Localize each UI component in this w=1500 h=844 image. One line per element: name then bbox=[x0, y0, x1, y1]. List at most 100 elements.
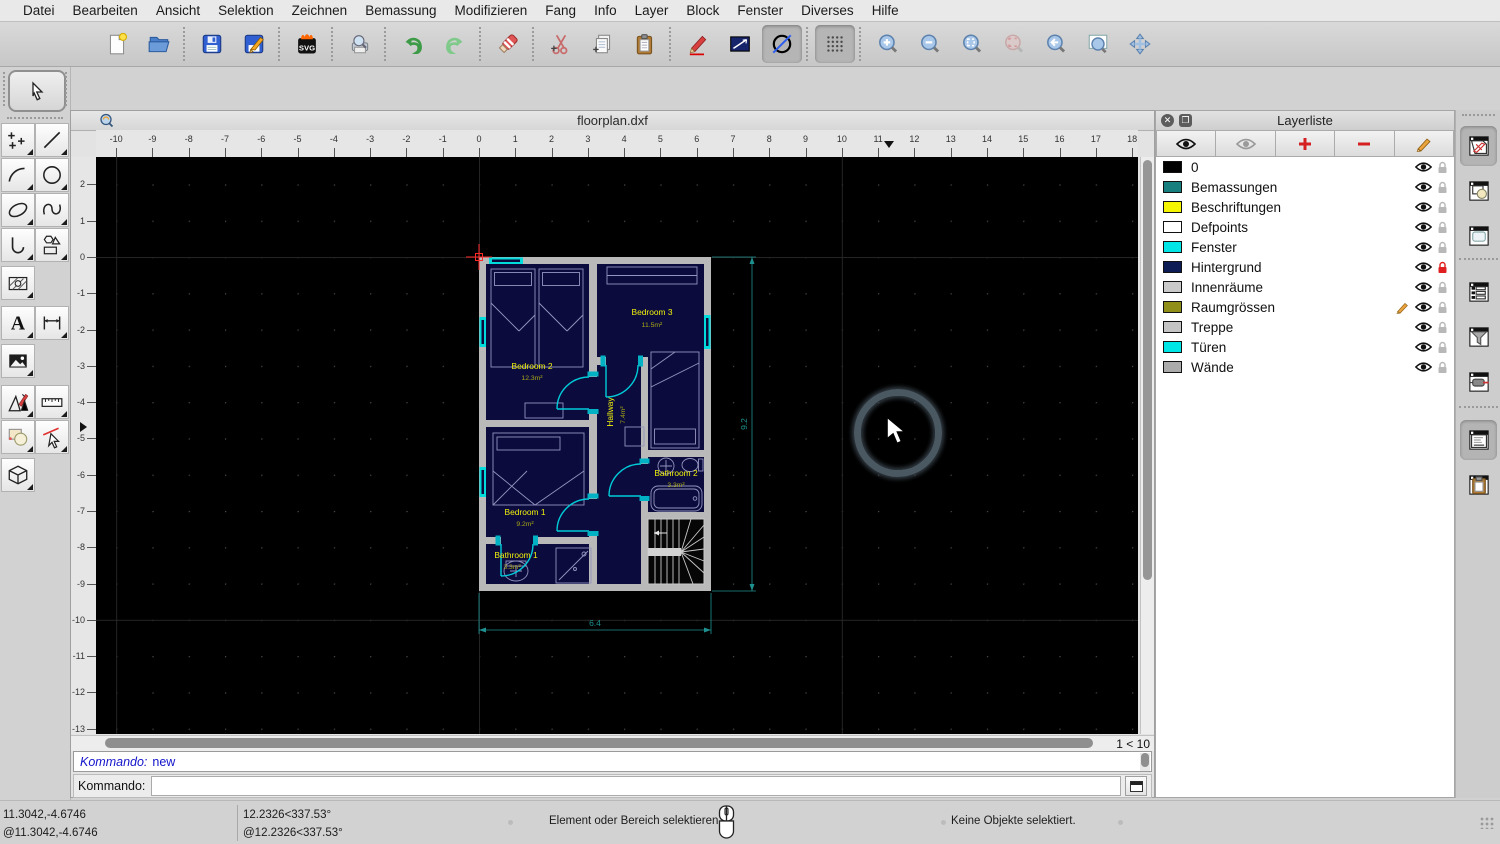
layer-row-türen[interactable]: Türen bbox=[1156, 337, 1454, 357]
layer-visible-icon[interactable] bbox=[1415, 201, 1432, 213]
zoom-previous-button[interactable] bbox=[1036, 25, 1076, 63]
layer-lock-icon[interactable] bbox=[1437, 221, 1448, 234]
layer-visible-icon[interactable] bbox=[1415, 241, 1432, 253]
layer-color-swatch[interactable] bbox=[1163, 301, 1182, 313]
copy-button[interactable] bbox=[583, 25, 623, 63]
layer-lock-icon[interactable] bbox=[1437, 341, 1448, 354]
menu-item-block[interactable]: Block bbox=[677, 3, 728, 18]
draw-arc-tool[interactable] bbox=[1, 158, 35, 192]
entity-list-widget-button[interactable] bbox=[1460, 272, 1497, 312]
menu-item-ansicht[interactable]: Ansicht bbox=[147, 3, 209, 18]
horizontal-scrollbar-thumb[interactable] bbox=[105, 738, 1093, 748]
layer-lock-icon[interactable] bbox=[1437, 321, 1448, 334]
menu-item-info[interactable]: Info bbox=[585, 3, 626, 18]
select-pointer-button[interactable] bbox=[8, 70, 66, 112]
modify-tool[interactable] bbox=[1, 420, 35, 454]
selection-filter-widget-button[interactable] bbox=[1460, 317, 1497, 357]
export-svg-button[interactable]: SVG bbox=[287, 25, 327, 63]
layer-row-raumgrössen[interactable]: Raumgrössen bbox=[1156, 297, 1454, 317]
select-entity-tool[interactable] bbox=[35, 420, 69, 454]
layer-row-defpoints[interactable]: Defpoints bbox=[1156, 217, 1454, 237]
layer-row-fenster[interactable]: Fenster bbox=[1156, 237, 1454, 257]
layer-lock-icon[interactable] bbox=[1437, 301, 1448, 314]
draw-text-tool[interactable]: A bbox=[1, 306, 35, 340]
open-file-button[interactable] bbox=[139, 25, 179, 63]
dock-handle[interactable] bbox=[1462, 114, 1495, 116]
delete-button[interactable] bbox=[488, 25, 528, 63]
layer-lock-icon[interactable] bbox=[1437, 241, 1448, 254]
undo-button[interactable] bbox=[393, 25, 433, 63]
layer-visible-icon[interactable] bbox=[1415, 261, 1432, 273]
layer-color-swatch[interactable] bbox=[1163, 361, 1182, 373]
layer-row-wände[interactable]: Wände bbox=[1156, 357, 1454, 377]
vertical-scrollbar-thumb[interactable] bbox=[1143, 160, 1152, 580]
hide-all-layers-button[interactable] bbox=[1216, 130, 1276, 157]
draw-point-tool[interactable] bbox=[1, 123, 35, 157]
measure-tool[interactable] bbox=[35, 385, 69, 419]
resize-grip[interactable] bbox=[1480, 817, 1494, 829]
zoom-selection-button[interactable] bbox=[994, 25, 1034, 63]
draw-shapes-tool[interactable] bbox=[35, 228, 69, 262]
remove-layer-button[interactable] bbox=[1335, 130, 1395, 157]
layer-row-0[interactable]: 0 bbox=[1156, 157, 1454, 177]
layer-visible-icon[interactable] bbox=[1415, 161, 1432, 173]
redo-button[interactable] bbox=[435, 25, 475, 63]
layer-visible-icon[interactable] bbox=[1415, 301, 1432, 313]
menu-item-selektion[interactable]: Selektion bbox=[209, 3, 283, 18]
menu-item-fang[interactable]: Fang bbox=[536, 3, 585, 18]
circle-attributes-button[interactable] bbox=[762, 25, 802, 63]
draw-circle-tool[interactable] bbox=[35, 158, 69, 192]
save-button[interactable] bbox=[192, 25, 232, 63]
add-layer-button[interactable] bbox=[1275, 130, 1336, 157]
3d-tools[interactable] bbox=[1, 458, 35, 492]
layer-color-swatch[interactable] bbox=[1163, 161, 1182, 173]
drawing-canvas[interactable]: Bedroom 2 12.3m² Bedroom 3 11.5m² Hallwa… bbox=[96, 157, 1138, 734]
horizontal-scrollbar[interactable]: 1 < 10 bbox=[71, 735, 1154, 751]
layer-visible-icon[interactable] bbox=[1415, 221, 1432, 233]
layer-row-beschriftungen[interactable]: Beschriftungen bbox=[1156, 197, 1454, 217]
grid-toggle-button[interactable] bbox=[815, 25, 855, 63]
line-attributes-button[interactable] bbox=[720, 25, 760, 63]
edit-layer-button[interactable] bbox=[1394, 130, 1455, 157]
menu-item-hilfe[interactable]: Hilfe bbox=[863, 3, 908, 18]
layer-panel-titlebar[interactable]: ✕ ❐ Layerliste bbox=[1156, 111, 1454, 131]
layer-visible-icon[interactable] bbox=[1415, 281, 1432, 293]
layer-color-swatch[interactable] bbox=[1163, 341, 1182, 353]
zoom-out-button[interactable] bbox=[910, 25, 950, 63]
zoom-window-button[interactable] bbox=[1078, 25, 1118, 63]
vertical-scrollbar[interactable] bbox=[1140, 157, 1154, 734]
layer-visible-icon[interactable] bbox=[1415, 181, 1432, 193]
detach-command-button[interactable] bbox=[1125, 776, 1147, 796]
draw-hatch-tool[interactable] bbox=[1, 266, 35, 300]
layer-color-swatch[interactable] bbox=[1163, 241, 1182, 253]
layer-color-swatch[interactable] bbox=[1163, 261, 1182, 273]
command-input[interactable] bbox=[151, 776, 1121, 796]
command-widget-button[interactable] bbox=[1460, 420, 1497, 460]
layer-row-bemassungen[interactable]: Bemassungen bbox=[1156, 177, 1454, 197]
layer-color-swatch[interactable] bbox=[1163, 281, 1182, 293]
print-preview-button[interactable] bbox=[340, 25, 380, 63]
layer-visible-icon[interactable] bbox=[1415, 341, 1432, 353]
draw-ellipse-tool[interactable] bbox=[1, 193, 35, 227]
layer-lock-icon[interactable] bbox=[1437, 201, 1448, 214]
palette-handle[interactable] bbox=[3, 72, 5, 106]
paste-button[interactable] bbox=[625, 25, 665, 63]
layer-color-swatch[interactable] bbox=[1163, 321, 1182, 333]
block-list-widget-button[interactable] bbox=[1460, 171, 1497, 211]
layer-lock-icon[interactable] bbox=[1437, 261, 1448, 274]
palette-handle[interactable] bbox=[7, 117, 63, 119]
menu-item-datei[interactable]: Datei bbox=[14, 3, 64, 18]
menu-item-bearbeiten[interactable]: Bearbeiten bbox=[64, 3, 147, 18]
library-widget-button[interactable] bbox=[1460, 216, 1497, 256]
layer-lock-icon[interactable] bbox=[1437, 361, 1448, 374]
layer-color-swatch[interactable] bbox=[1163, 221, 1182, 233]
command-history-scrollbar[interactable] bbox=[1140, 753, 1150, 771]
zoom-in-button[interactable] bbox=[868, 25, 908, 63]
menu-item-bemassung[interactable]: Bemassung bbox=[356, 3, 445, 18]
layer-row-treppe[interactable]: Treppe bbox=[1156, 317, 1454, 337]
layer-visible-icon[interactable] bbox=[1415, 321, 1432, 333]
menu-item-modifizieren[interactable]: Modifizieren bbox=[446, 3, 537, 18]
layer-visible-icon[interactable] bbox=[1415, 361, 1432, 373]
menu-item-layer[interactable]: Layer bbox=[626, 3, 678, 18]
pen-palette-widget-button[interactable] bbox=[1460, 362, 1497, 402]
